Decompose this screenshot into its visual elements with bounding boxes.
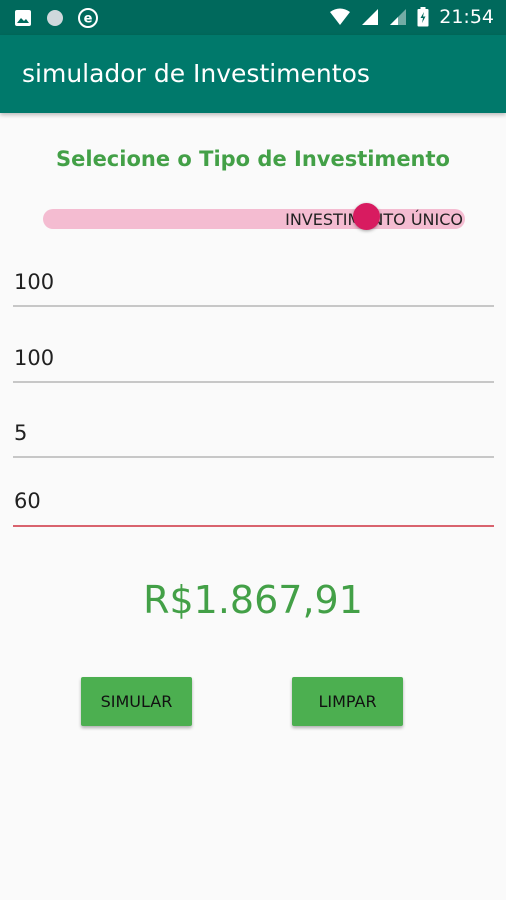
wifi-icon [329, 8, 351, 26]
monthly-contribution-field[interactable]: 100 [13, 346, 494, 386]
rate-text: 5 [14, 421, 28, 445]
app-bar: simulador de Investimentos [0, 35, 506, 113]
investment-type-heading: Selecione o Tipo de Investimento [56, 147, 450, 171]
app-title: simulador de Investimentos [22, 59, 370, 88]
switch-thumb[interactable] [353, 203, 380, 230]
signal-icon-2 [389, 8, 407, 26]
monthly-contribution-text: 100 [14, 346, 55, 370]
e-icon: e [78, 8, 98, 28]
period-text: 60 [14, 489, 41, 513]
battery-icon [417, 7, 429, 27]
signal-icon [361, 8, 379, 26]
notification-icons: e [14, 8, 98, 28]
rate-field[interactable]: 5 [13, 421, 494, 461]
simulate-button[interactable]: SIMULAR [81, 677, 192, 726]
field-underline [13, 456, 494, 458]
svg-text:e: e [84, 12, 93, 27]
initial-value-field[interactable]: 100 [13, 270, 494, 310]
investment-type-switch[interactable]: INVESTIMENTO ÚNICO [43, 203, 465, 230]
status-bar: e 21:54 [0, 0, 506, 35]
period-field[interactable]: 60 [13, 489, 494, 529]
result-value: R$1.867,91 [143, 578, 363, 622]
image-icon [14, 9, 32, 27]
system-icons: 21:54 [329, 6, 494, 28]
clear-button[interactable]: LIMPAR [292, 677, 403, 726]
field-underline [13, 381, 494, 383]
field-underline [13, 305, 494, 307]
initial-value-text: 100 [14, 270, 55, 294]
status-time: 21:54 [439, 6, 494, 28]
circle-icon [46, 9, 64, 27]
field-underline-active [13, 525, 494, 527]
